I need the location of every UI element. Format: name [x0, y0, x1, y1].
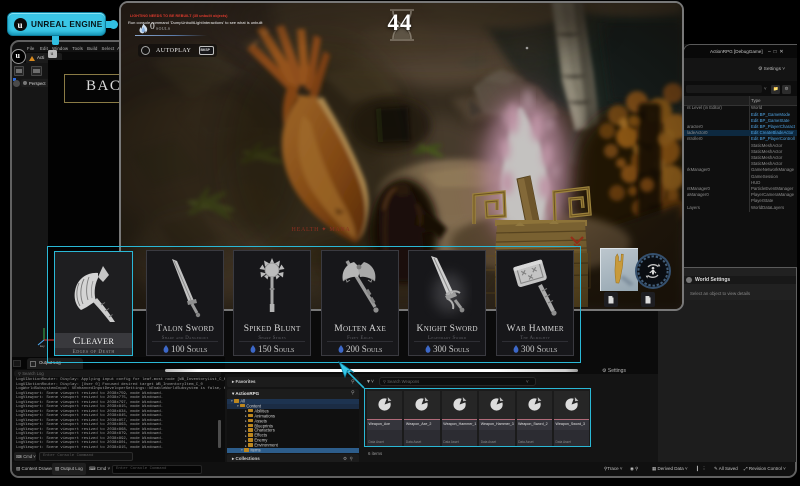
svg-text:key: key [40, 344, 45, 348]
